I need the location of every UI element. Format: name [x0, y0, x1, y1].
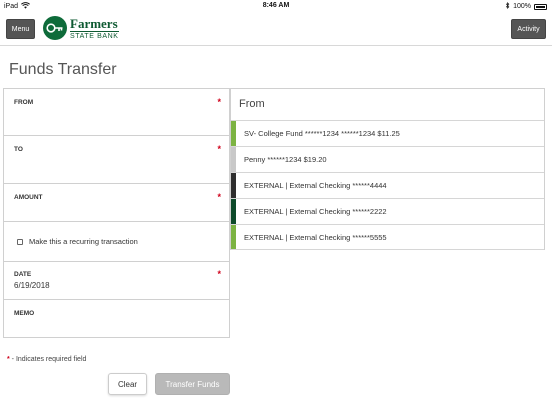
account-item[interactable]: Penny ******1234 $19.20 — [231, 146, 544, 172]
account-label: Penny ******1234 $19.20 — [244, 155, 327, 164]
from-label: FROM — [14, 99, 34, 106]
from-account-panel: From SV- College Fund ******1234 ******1… — [230, 88, 545, 250]
logo-key-icon — [43, 16, 67, 40]
required-note-text: - Indicates required field — [9, 356, 87, 363]
account-list: SV- College Fund ******1234 ******1234 $… — [231, 120, 544, 250]
to-label: TO — [14, 146, 23, 153]
bluetooth-icon — [505, 2, 510, 11]
date-value: 6/19/2018 — [14, 281, 50, 290]
amount-field[interactable]: AMOUNT * — [3, 184, 230, 222]
status-time: 8:46 AM — [262, 2, 290, 9]
activity-button[interactable]: Activity — [511, 19, 546, 39]
from-field[interactable]: FROM * — [3, 88, 230, 136]
required-marker: * — [217, 97, 221, 107]
account-label: SV- College Fund ******1234 ******1234 $… — [244, 129, 400, 138]
logo-text: Farmers STATE BANK — [70, 17, 119, 40]
menu-button[interactable]: Menu — [6, 19, 35, 39]
account-item[interactable]: EXTERNAL | External Checking ******5555 — [231, 224, 544, 250]
date-field[interactable]: DATE * 6/19/2018 — [3, 262, 230, 300]
app-header: Menu Farmers STATE BANK Activity — [0, 12, 552, 46]
recurring-checkbox[interactable] — [17, 239, 23, 245]
clear-button[interactable]: Clear — [108, 373, 147, 395]
status-bar: iPad 8:46 AM 100% — [0, 0, 552, 12]
transfer-form: FROM * TO * AMOUNT * Make this a recurri… — [3, 88, 230, 338]
amount-label: AMOUNT — [14, 194, 43, 201]
account-item[interactable]: EXTERNAL | External Checking ******4444 — [231, 172, 544, 198]
account-color-bar — [231, 121, 236, 146]
account-label: EXTERNAL | External Checking ******4444 — [244, 181, 387, 190]
account-item[interactable]: EXTERNAL | External Checking ******2222 — [231, 198, 544, 224]
panel-title: From — [239, 98, 265, 110]
bank-logo[interactable]: Farmers STATE BANK — [43, 16, 119, 40]
account-color-bar — [231, 173, 236, 198]
recurring-field: Make this a recurring transaction — [3, 222, 230, 262]
account-label: EXTERNAL | External Checking ******5555 — [244, 232, 387, 242]
logo-subtitle: STATE BANK — [70, 30, 119, 40]
date-label: DATE — [14, 271, 32, 278]
memo-label: MEMO — [14, 310, 35, 317]
status-right: 100% — [505, 2, 547, 11]
account-item[interactable]: SV- College Fund ******1234 ******1234 $… — [231, 120, 544, 146]
required-marker: * — [217, 269, 221, 279]
account-color-bar — [231, 199, 236, 224]
required-field-note: * - Indicates required field — [7, 356, 86, 363]
account-label: EXTERNAL | External Checking ******2222 — [244, 207, 387, 216]
memo-field[interactable]: MEMO — [3, 300, 230, 338]
battery-icon — [534, 3, 547, 10]
required-marker: * — [217, 144, 221, 154]
required-marker: * — [217, 192, 221, 202]
page-title: Funds Transfer — [9, 61, 117, 78]
account-color-bar — [231, 147, 236, 172]
account-color-bar — [231, 225, 236, 249]
battery-percent: 100% — [513, 3, 531, 10]
recurring-label[interactable]: Make this a recurring transaction — [29, 237, 138, 246]
logo-title: Farmers — [70, 15, 118, 31]
to-field[interactable]: TO * — [3, 136, 230, 184]
transfer-funds-button[interactable]: Transfer Funds — [155, 373, 230, 395]
